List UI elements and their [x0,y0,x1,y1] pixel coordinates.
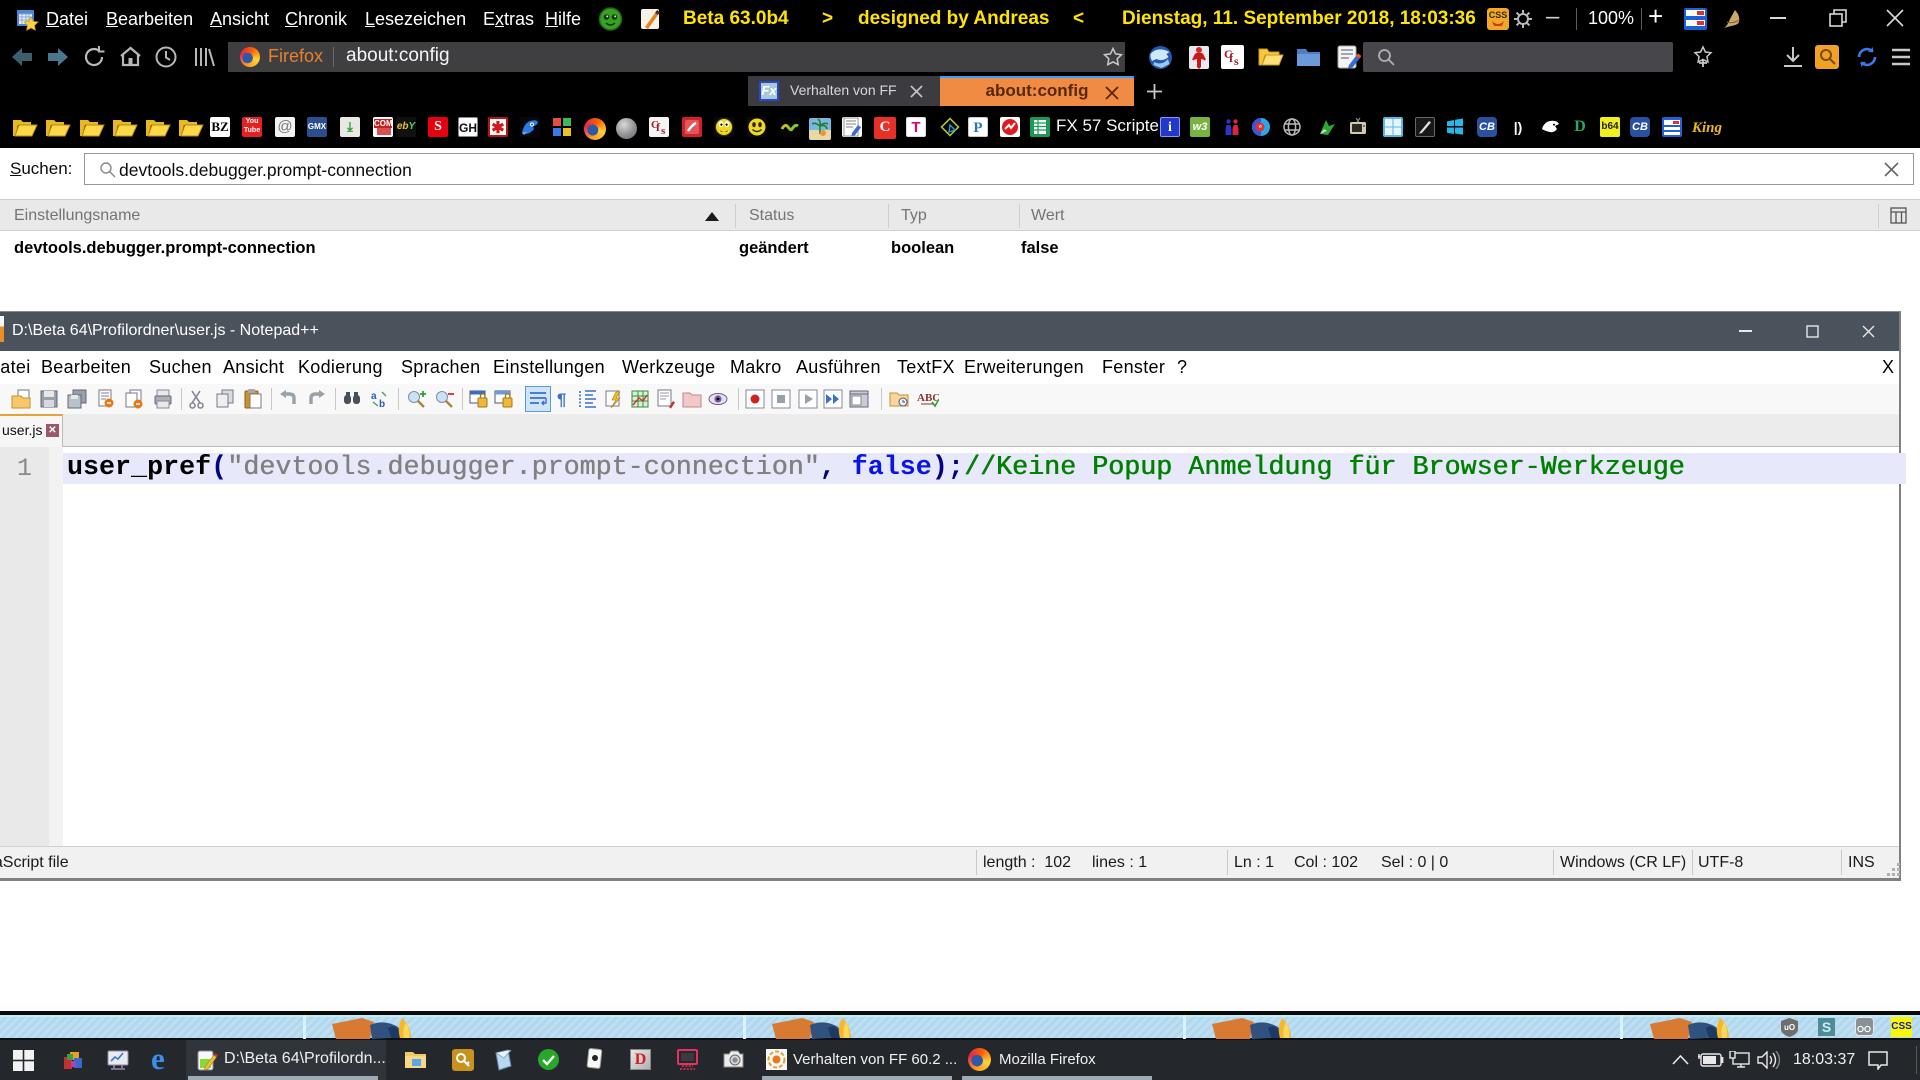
svg-text:uO: uO [1784,1023,1795,1032]
svg-text:s: s [661,125,666,137]
svg-text:s: s [1234,54,1239,68]
svg-text:b: b [379,399,385,409]
svg-text:ABC: ABC [917,392,939,404]
svg-text:CSS: CSS [1489,10,1508,20]
svg-text:a: a [371,391,377,402]
svg-text:¶: ¶ [557,390,566,409]
